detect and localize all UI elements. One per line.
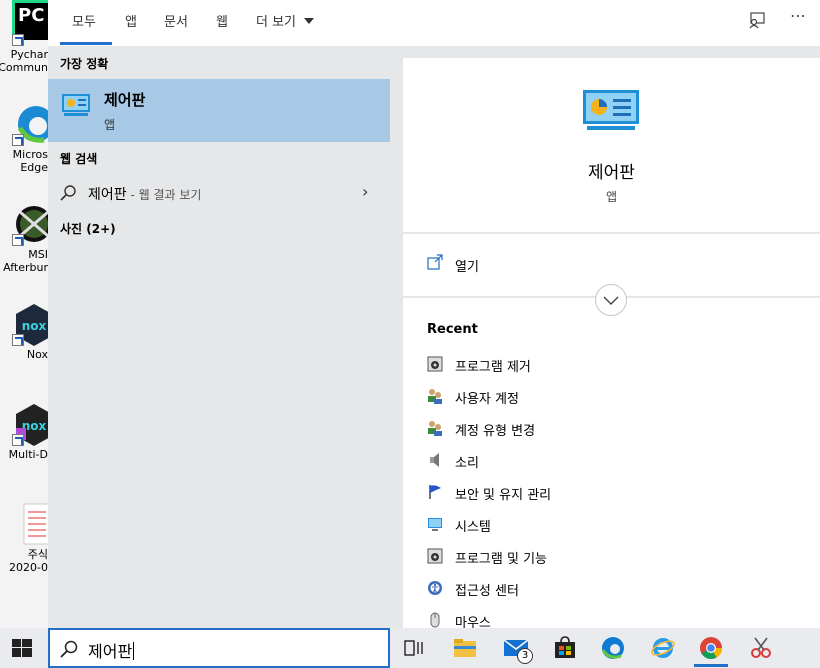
programs-icon [427, 548, 443, 564]
desktop-icon-label: Micros Edge [12, 148, 48, 174]
best-match-header: 가장 정확 [60, 57, 109, 71]
recent-item-label: 사용자 계정 [455, 392, 519, 407]
shortcut-arrow-icon [12, 234, 24, 246]
desktop-icon-pycharm[interactable]: PC Pychar Commun [0, 0, 48, 90]
search-input-text: 제어판 [88, 642, 133, 661]
search-icon [60, 640, 78, 658]
mail-app[interactable]: 3 [503, 636, 533, 664]
chevron-down-icon [304, 18, 315, 24]
desktop-icon-label: Pychar Commun [0, 48, 48, 74]
tab-web[interactable]: 웹 [216, 11, 228, 30]
recent-item-label: 시스템 [455, 520, 491, 535]
recent-item-label: 소리 [455, 456, 479, 471]
edge-icon[interactable] [601, 636, 625, 660]
desktop-icon-msi[interactable]: MSI Afterbur [0, 200, 48, 290]
recent-item[interactable]: 접근성 센터 [403, 576, 820, 606]
desktop-icon-label: Multi-D [8, 448, 48, 461]
best-match-control-panel[interactable]: 제어판 앱 [48, 79, 390, 142]
desktop-icon-edge[interactable]: Micros Edge [0, 100, 48, 190]
recent-item[interactable]: 시스템 [403, 512, 820, 542]
recent-item-label: 보안 및 유지 관리 [455, 488, 552, 503]
tab-more[interactable]: 더 보기 [256, 11, 315, 30]
preview-title: 제어판 [588, 163, 635, 183]
file-explorer-icon[interactable] [453, 636, 477, 660]
best-match-title: 제어판 [104, 91, 146, 109]
recent-item[interactable]: 보안 및 유지 관리 [403, 480, 820, 510]
open-icon [427, 254, 443, 270]
users-icon [428, 421, 442, 436]
svg-text:nox: nox [22, 319, 47, 333]
tab-all[interactable]: 모두 [72, 11, 96, 30]
recent-item-label: 계정 유형 변경 [455, 424, 536, 439]
mail-badge: 3 [517, 648, 533, 664]
web-search-query: 제어판 - 웹 결과 보기 [88, 184, 201, 204]
recent-item[interactable]: 사용자 계정 [403, 384, 820, 414]
search-icon [60, 185, 76, 201]
results-list: 가장 정확 제어판 앱 웹 검색 제어판 - 웹 결과 보기 › 사진 (2+) [48, 46, 390, 628]
recent-item[interactable]: 프로그램 제거 [403, 352, 820, 382]
windows-start-icon[interactable] [12, 639, 32, 657]
tab-more-label: 더 보기 [256, 15, 297, 30]
accessibility-icon [428, 581, 442, 595]
desktop-icon-label: 주식 2020-0 [9, 548, 48, 574]
desktop-icon-multidrive[interactable]: nox Multi-D [0, 400, 48, 490]
snipping-tool-icon[interactable] [749, 636, 773, 660]
best-match-subtitle: 앱 [104, 118, 116, 132]
chevron-down-icon [603, 296, 619, 305]
web-query-text: 제어판 [88, 187, 127, 203]
chevron-right-icon[interactable]: › [362, 182, 368, 201]
web-query-suffix: - 웹 결과 보기 [126, 188, 202, 202]
open-label: 열기 [455, 260, 479, 275]
search-input[interactable]: 제어판 [88, 638, 135, 662]
recent-item-label: 접근성 센터 [455, 584, 519, 599]
mouse-icon [430, 612, 440, 628]
control-panel-icon [62, 94, 90, 116]
desktop-icon-nox[interactable]: nox Nox [0, 300, 48, 390]
chrome-icon[interactable] [699, 636, 723, 660]
task-view-icon[interactable] [404, 640, 424, 656]
tab-apps[interactable]: 앱 [125, 11, 137, 30]
desktop-strip: PC Pychar Commun Micros Edge MSI Afterbu… [0, 0, 48, 628]
control-panel-icon [583, 90, 639, 130]
store-icon[interactable] [553, 636, 577, 660]
web-search-result[interactable]: 제어판 - 웹 결과 보기 › [48, 180, 390, 206]
preview-pane: 제어판 앱 열기 Recent 프로그램 제거 사용자 계정 계정 유형 변경 [403, 58, 820, 631]
search-tabs-bar: 모두 앱 문서 웹 더 보기 ⋯ [48, 0, 820, 46]
recent-header: Recent [427, 322, 478, 337]
shortcut-arrow-icon [12, 434, 24, 446]
search-panel: 모두 앱 문서 웹 더 보기 ⋯ 가장 정확 제어판 앱 웹 검색 제어판 - … [48, 0, 820, 631]
document-icon [23, 503, 48, 545]
recent-item-label: 프로그램 및 기능 [455, 552, 547, 567]
shortcut-arrow-icon [12, 34, 24, 46]
shortcut-arrow-icon [12, 334, 24, 346]
web-search-header: 웹 검색 [60, 152, 98, 166]
desktop-icon-label: MSI Afterbur [3, 248, 48, 274]
speaker-icon [430, 453, 439, 467]
preview-header: 제어판 앱 [403, 58, 820, 234]
photos-header[interactable]: 사진 (2+) [60, 220, 116, 237]
internet-explorer-icon[interactable] [651, 636, 675, 660]
users-icon [428, 389, 442, 404]
expand-button[interactable] [595, 284, 627, 316]
text-caret [133, 642, 135, 660]
recent-item-label: 프로그램 제거 [455, 360, 531, 375]
desktop-icon-label: Nox [26, 348, 48, 361]
shortcut-arrow-icon [12, 134, 24, 146]
active-tab-indicator [60, 42, 112, 45]
flag-icon [429, 485, 441, 499]
recent-item[interactable]: 프로그램 및 기능 [403, 544, 820, 574]
chrome-active-indicator [694, 664, 728, 667]
monitor-icon [428, 518, 442, 531]
programs-icon [427, 356, 443, 372]
feedback-icon[interactable] [748, 11, 766, 29]
preview-subtitle: 앱 [605, 190, 618, 204]
desktop-icon-stock-file[interactable]: 주식 2020-0 [0, 500, 48, 590]
recent-item[interactable]: 소리 [403, 448, 820, 478]
tab-documents[interactable]: 문서 [164, 11, 188, 30]
recent-item[interactable]: 계정 유형 변경 [403, 416, 820, 446]
search-box[interactable]: 제어판 [48, 628, 390, 668]
more-options-icon[interactable]: ⋯ [790, 6, 807, 25]
